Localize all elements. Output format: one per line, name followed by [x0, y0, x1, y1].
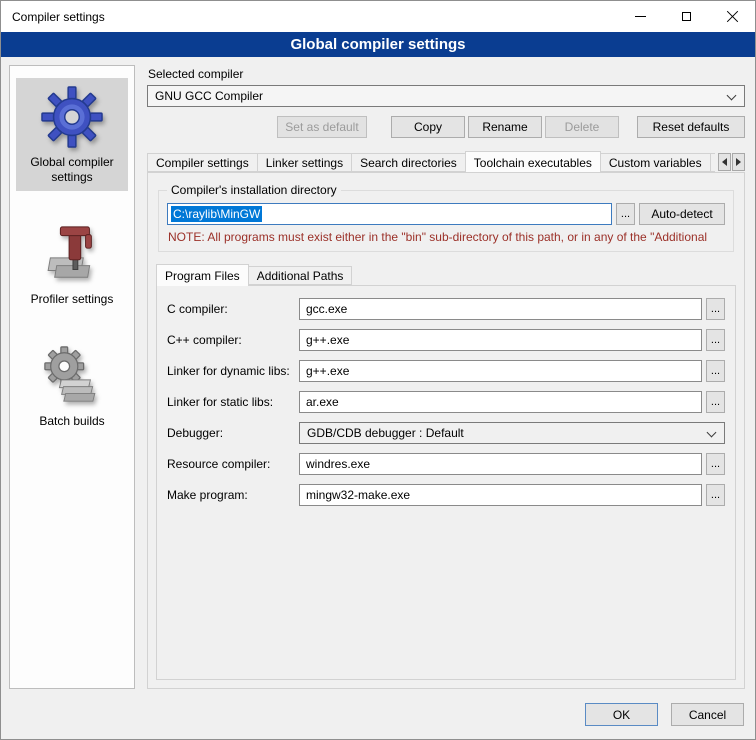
auto-detect-button[interactable]: Auto-detect — [639, 203, 725, 225]
form-row-c-compiler: C compiler: gcc.exe ... — [167, 298, 725, 320]
dialog-body: Global compiler settings Prof — [1, 57, 755, 695]
dynamic-libs-linker-input[interactable]: g++.exe — [299, 360, 702, 382]
c-compiler-browse-button[interactable]: ... — [706, 298, 725, 320]
cpp-compiler-browse-button[interactable]: ... — [706, 329, 725, 351]
arrow-left-icon — [722, 158, 727, 166]
dynamic-libs-linker-browse-button[interactable]: ... — [706, 360, 725, 382]
close-button[interactable] — [709, 1, 755, 32]
sidebar-item-label: Batch builds — [39, 414, 104, 429]
set-as-default-button: Set as default — [277, 116, 367, 138]
field-value: g++.exe — [306, 333, 349, 347]
form-row-debugger: Debugger: GDB/CDB debugger : Default — [167, 422, 725, 444]
tab-toolchain-executables[interactable]: Toolchain executables — [465, 151, 601, 172]
title-bar: Compiler settings — [1, 1, 755, 32]
field-value: mingw32-make.exe — [306, 488, 410, 502]
toolchain-executables-page: Compiler's installation directory C:\ray… — [147, 172, 745, 689]
form-row-static-linker: Linker for static libs: ar.exe ... — [167, 391, 725, 413]
tab-scroll-left-button[interactable] — [718, 153, 731, 171]
field-label: Make program: — [167, 488, 295, 502]
profiler-tools-icon — [41, 223, 103, 285]
static-libs-linker-input[interactable]: ar.exe — [299, 391, 702, 413]
window-title: Compiler settings — [1, 10, 617, 24]
field-label: C compiler: — [167, 302, 295, 316]
tab-compiler-settings[interactable]: Compiler settings — [147, 153, 258, 172]
form-row-make-program: Make program: mingw32-make.exe ... — [167, 484, 725, 506]
form-row-cpp-compiler: C++ compiler: g++.exe ... — [167, 329, 725, 351]
sidebar-item-label: Profiler settings — [31, 292, 114, 307]
field-label: Resource compiler: — [167, 457, 295, 471]
selected-text: C:\raylib\MinGW — [171, 206, 262, 222]
dialog-header: Global compiler settings — [1, 32, 755, 57]
reset-defaults-button[interactable]: Reset defaults — [637, 116, 745, 138]
installation-note: NOTE: All programs must exist either in … — [168, 230, 724, 244]
tab-scroll-arrows — [718, 153, 745, 171]
sidebar-item-global-compiler-settings[interactable]: Global compiler settings — [16, 78, 128, 191]
delete-button: Delete — [545, 116, 619, 138]
compiler-settings-window: Compiler settings Global compiler settin… — [0, 0, 756, 740]
resource-compiler-browse-button[interactable]: ... — [706, 453, 725, 475]
tab-scroll-right-button[interactable] — [732, 153, 745, 171]
field-value: ar.exe — [306, 395, 339, 409]
field-value: windres.exe — [306, 457, 370, 471]
copy-button[interactable]: Copy — [391, 116, 465, 138]
field-value: gcc.exe — [306, 302, 347, 316]
cancel-button[interactable]: Cancel — [671, 703, 744, 726]
static-libs-linker-browse-button[interactable]: ... — [706, 391, 725, 413]
selected-compiler-value: GNU GCC Compiler — [155, 89, 263, 103]
c-compiler-input[interactable]: gcc.exe — [299, 298, 702, 320]
field-label: Linker for dynamic libs: — [167, 364, 295, 378]
installation-directory-browse-button[interactable]: ... — [616, 203, 635, 225]
close-icon — [726, 10, 739, 23]
installation-directory-group-title: Compiler's installation directory — [167, 183, 341, 197]
field-value: g++.exe — [306, 364, 349, 378]
chevron-down-icon — [707, 428, 717, 438]
caption-buttons — [617, 1, 755, 32]
sidebar-item-batch-builds[interactable]: Batch builds — [16, 337, 128, 435]
gear-blue-icon — [41, 86, 103, 148]
ok-button[interactable]: OK — [585, 703, 658, 726]
compiler-actions: Set as default Copy Rename Delete Reset … — [147, 116, 745, 138]
tab-program-files[interactable]: Program Files — [156, 264, 249, 286]
installation-directory-group: Compiler's installation directory C:\ray… — [158, 183, 734, 252]
field-label: C++ compiler: — [167, 333, 295, 347]
field-label: Linker for static libs: — [167, 395, 295, 409]
dialog-footer: OK Cancel — [1, 695, 755, 739]
program-files-panel: C compiler: gcc.exe ... C++ compiler: g+… — [156, 285, 736, 680]
tab-scroller: Compiler settings Linker settings Search… — [147, 151, 715, 172]
tab-strip: Compiler settings Linker settings Search… — [147, 151, 745, 172]
tab-linker-settings[interactable]: Linker settings — [257, 153, 352, 172]
inner-tab-strip: Program Files Additional Paths — [156, 264, 736, 285]
sidebar-item-label: Global compiler settings — [18, 155, 126, 185]
resource-compiler-input[interactable]: windres.exe — [299, 453, 702, 475]
minimize-icon — [635, 16, 646, 17]
batch-builds-gears-icon — [41, 345, 103, 407]
rename-button[interactable]: Rename — [468, 116, 542, 138]
maximize-button[interactable] — [663, 1, 709, 32]
arrow-right-icon — [736, 158, 741, 166]
tab-build-options[interactable]: Build — [710, 153, 715, 172]
installation-directory-input[interactable]: C:\raylib\MinGW — [167, 203, 612, 225]
form-row-dynamic-linker: Linker for dynamic libs: g++.exe ... — [167, 360, 725, 382]
minimize-button[interactable] — [617, 1, 663, 32]
installation-directory-row: C:\raylib\MinGW ... Auto-detect — [167, 203, 725, 225]
tab-custom-variables[interactable]: Custom variables — [600, 153, 711, 172]
form-row-resource-compiler: Resource compiler: windres.exe ... — [167, 453, 725, 475]
make-program-input[interactable]: mingw32-make.exe — [299, 484, 702, 506]
sidebar-item-profiler-settings[interactable]: Profiler settings — [16, 215, 128, 313]
make-program-browse-button[interactable]: ... — [706, 484, 725, 506]
main-panel: Selected compiler GNU GCC Compiler Set a… — [147, 65, 745, 689]
selected-compiler-label: Selected compiler — [148, 67, 745, 81]
field-label: Debugger: — [167, 426, 295, 440]
field-value: GDB/CDB debugger : Default — [307, 426, 464, 440]
debugger-select[interactable]: GDB/CDB debugger : Default — [299, 422, 725, 444]
selected-compiler-select[interactable]: GNU GCC Compiler — [147, 85, 745, 107]
chevron-down-icon — [727, 91, 737, 101]
tab-additional-paths[interactable]: Additional Paths — [248, 266, 353, 285]
tab-search-directories[interactable]: Search directories — [351, 153, 466, 172]
settings-category-sidebar: Global compiler settings Prof — [9, 65, 135, 689]
maximize-icon — [682, 12, 691, 21]
cpp-compiler-input[interactable]: g++.exe — [299, 329, 702, 351]
inner-tabs: Program Files Additional Paths — [156, 264, 352, 285]
